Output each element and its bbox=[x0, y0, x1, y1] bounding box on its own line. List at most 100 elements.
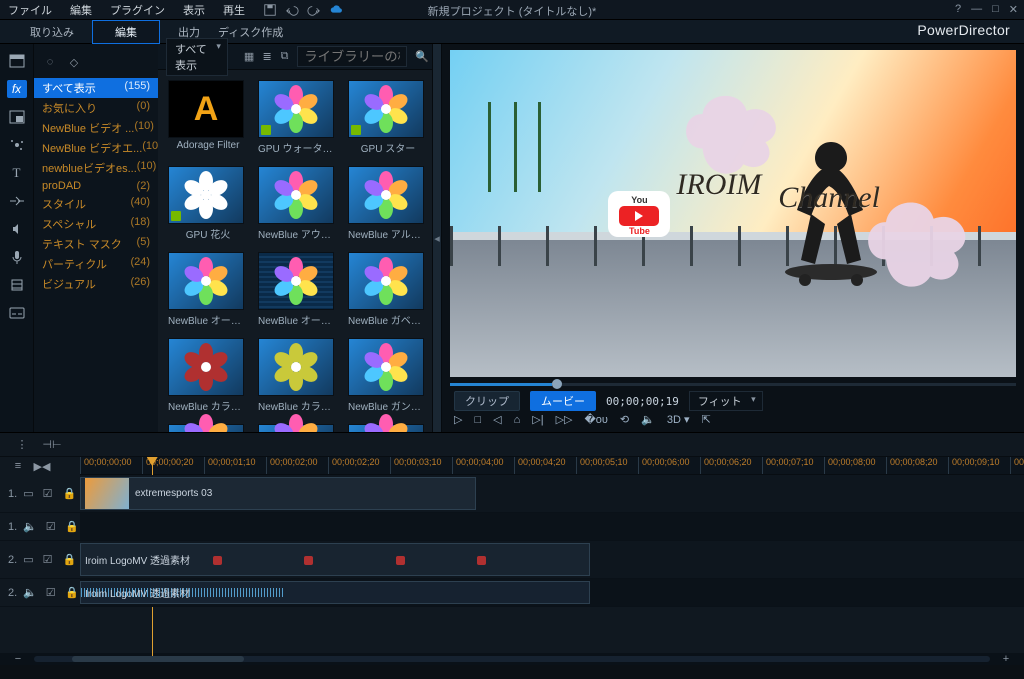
3d-button[interactable]: 3D ▾ bbox=[667, 413, 690, 426]
menu-file[interactable]: ファイル bbox=[4, 0, 56, 20]
speaker-icon: 🔈 bbox=[23, 586, 37, 599]
effect-thumbnail[interactable]: NewBlue ガンマ コレ... bbox=[348, 338, 428, 424]
tab-edit[interactable]: 編集 bbox=[92, 20, 160, 44]
redo-icon[interactable] bbox=[307, 3, 321, 17]
timeline-ruler[interactable]: 00;00;00;0000;00;00;2000;00;01;1000;00;0… bbox=[80, 457, 1024, 475]
timeline-menu-icon[interactable]: ⋮ bbox=[14, 437, 30, 453]
save-icon[interactable] bbox=[263, 3, 277, 17]
clip-logomv-video[interactable]: Iroim LogoMV 透過素材 bbox=[80, 543, 590, 576]
prev-frame-icon[interactable]: ◁ bbox=[493, 413, 501, 426]
track-lock-icon[interactable]: 🔒 bbox=[64, 585, 80, 601]
undo-icon[interactable] bbox=[285, 3, 299, 17]
home-icon[interactable]: ⌂ bbox=[514, 414, 521, 426]
library-search-input[interactable] bbox=[297, 46, 407, 67]
effect-thumbnail[interactable] bbox=[348, 424, 428, 432]
clip-extremesports[interactable]: extremesports 03 bbox=[80, 477, 476, 510]
category-item[interactable]: NewBlue ビデオ ...(10) bbox=[34, 118, 158, 138]
snapshot-icon[interactable]: �ου bbox=[585, 413, 608, 426]
track-lock-icon[interactable]: 🔒 bbox=[62, 486, 78, 502]
voice-room-icon[interactable] bbox=[7, 248, 27, 266]
category-item[interactable]: パーティクル(24) bbox=[34, 254, 158, 274]
track-visible-icon[interactable]: ☑ bbox=[43, 519, 59, 535]
particle-room-icon[interactable] bbox=[7, 136, 27, 154]
lasso-icon[interactable]: ◌ bbox=[42, 54, 58, 70]
drop-icon[interactable]: ◇ bbox=[66, 54, 82, 70]
filter-dropdown[interactable]: すべて表示 bbox=[166, 38, 228, 76]
clip-mode-button[interactable]: クリップ bbox=[454, 391, 520, 411]
category-item[interactable]: proDAD(2) bbox=[34, 178, 158, 194]
effect-thumbnail[interactable]: NewBlue アウトライン bbox=[258, 166, 338, 252]
stop-icon[interactable]: □ bbox=[474, 414, 481, 426]
category-item[interactable]: newblueビデオes...(10) bbox=[34, 158, 158, 178]
transition-room-icon[interactable] bbox=[7, 192, 27, 210]
effect-thumbnail[interactable]: GPU ウォーターフォール bbox=[258, 80, 338, 166]
effect-thumbnail[interactable] bbox=[168, 424, 248, 432]
media-room-icon[interactable] bbox=[7, 52, 27, 70]
timecode-display[interactable]: 00;00;00;19 bbox=[606, 395, 679, 408]
marker-icon[interactable]: ▶◀ bbox=[34, 458, 50, 474]
menu-view[interactable]: 表示 bbox=[179, 0, 209, 20]
maximize-icon[interactable]: □ bbox=[992, 3, 999, 16]
category-item[interactable]: NewBlue ビデオエ...(10) bbox=[34, 138, 158, 158]
fx-room-icon[interactable]: fx bbox=[7, 80, 27, 98]
list-view-icon[interactable]: ≣ bbox=[262, 49, 271, 65]
fast-forward-icon[interactable]: ▷▷ bbox=[556, 413, 573, 426]
movie-mode-button[interactable]: ムービー bbox=[530, 391, 596, 411]
volume-icon[interactable]: 🔈 bbox=[641, 413, 655, 426]
effect-thumbnail[interactable] bbox=[258, 424, 338, 432]
subtitle-room-icon[interactable] bbox=[7, 304, 27, 322]
tab-import[interactable]: 取り込み bbox=[30, 24, 74, 40]
zoom-out-icon[interactable]: − bbox=[10, 651, 26, 667]
film-icon: ▭ bbox=[23, 487, 33, 500]
clip-logomv-audio[interactable]: Iroim LogoMV 透過素材 bbox=[80, 581, 590, 604]
menu-plugin[interactable]: プラグイン bbox=[106, 0, 169, 20]
grid-view-icon[interactable]: ▦ bbox=[244, 49, 254, 65]
chapter-room-icon[interactable] bbox=[7, 276, 27, 294]
effect-thumbnail[interactable]: NewBlue オールド TV bbox=[258, 252, 338, 338]
track-visible-icon[interactable]: ☑ bbox=[40, 552, 56, 568]
effect-thumbnail[interactable]: GPU 花火 bbox=[168, 166, 248, 252]
track-list-icon[interactable]: ≡ bbox=[10, 458, 26, 474]
preview-scrubber[interactable] bbox=[450, 377, 1016, 391]
track-visible-icon[interactable]: ☑ bbox=[43, 585, 59, 601]
pip-room-icon[interactable] bbox=[7, 108, 27, 126]
popout-icon[interactable]: ⇱ bbox=[701, 413, 710, 426]
preview-canvas[interactable]: You Tube IROIM Channel bbox=[450, 50, 1016, 377]
category-item[interactable]: スペシャル(18) bbox=[34, 214, 158, 234]
effect-thumbnail[interactable]: GPU スター bbox=[348, 80, 428, 166]
effect-thumbnail[interactable]: NewBlue アルファ ブ... bbox=[348, 166, 428, 252]
category-item[interactable]: お気に入り(0) bbox=[34, 98, 158, 118]
play-icon[interactable]: ▷ bbox=[454, 413, 462, 426]
menu-play[interactable]: 再生 bbox=[219, 0, 249, 20]
title-room-icon[interactable]: T bbox=[7, 164, 27, 182]
track-visible-icon[interactable]: ☑ bbox=[40, 486, 56, 502]
category-item[interactable]: ビジュアル(26) bbox=[34, 274, 158, 294]
effect-thumbnail[interactable]: NewBlue ガベージマット bbox=[348, 252, 428, 338]
effect-thumbnail[interactable]: AAdorage Filter bbox=[168, 80, 248, 166]
help-icon[interactable]: ? bbox=[955, 3, 961, 16]
track-lock-icon[interactable]: 🔒 bbox=[64, 519, 80, 535]
minimize-icon[interactable]: — bbox=[971, 3, 982, 16]
audio-room-icon[interactable] bbox=[7, 220, 27, 238]
menu-edit[interactable]: 編集 bbox=[66, 0, 96, 20]
category-item[interactable]: スタイル(40) bbox=[34, 194, 158, 214]
next-frame-icon[interactable]: ▷| bbox=[532, 413, 543, 426]
track-lock-icon[interactable]: 🔒 bbox=[62, 552, 78, 568]
category-item[interactable]: テキスト マスク(5) bbox=[34, 234, 158, 254]
category-item[interactable]: すべて表示(155) bbox=[34, 78, 158, 98]
effect-thumbnail[interactable]: NewBlue カラー フィク... bbox=[258, 338, 338, 424]
close-icon[interactable]: ✕ bbox=[1009, 3, 1018, 16]
effect-thumbnail[interactable]: NewBlue カラー フィク... bbox=[168, 338, 248, 424]
fit-dropdown[interactable]: フィット bbox=[689, 391, 763, 411]
cloud-icon[interactable] bbox=[329, 3, 343, 17]
search-icon[interactable]: 🔍 bbox=[415, 49, 429, 65]
effect-thumbnail[interactable]: NewBlue オート パン bbox=[168, 252, 248, 338]
timeline-scrollbar[interactable]: − + bbox=[0, 653, 1024, 665]
split-icon[interactable]: ⊣⊢ bbox=[44, 437, 60, 453]
ruler-tick: 00;00;05;10 bbox=[576, 457, 628, 475]
sort-icon[interactable]: ⧉ bbox=[280, 49, 289, 65]
zoom-in-icon[interactable]: + bbox=[998, 651, 1014, 667]
panel-collapse-handle[interactable]: ◂ bbox=[432, 44, 442, 432]
loop-icon[interactable]: ⟲ bbox=[620, 413, 629, 426]
thumbnail-grid: AAdorage FilterGPU ウォーターフォールGPU スター GPU 花… bbox=[158, 70, 437, 432]
